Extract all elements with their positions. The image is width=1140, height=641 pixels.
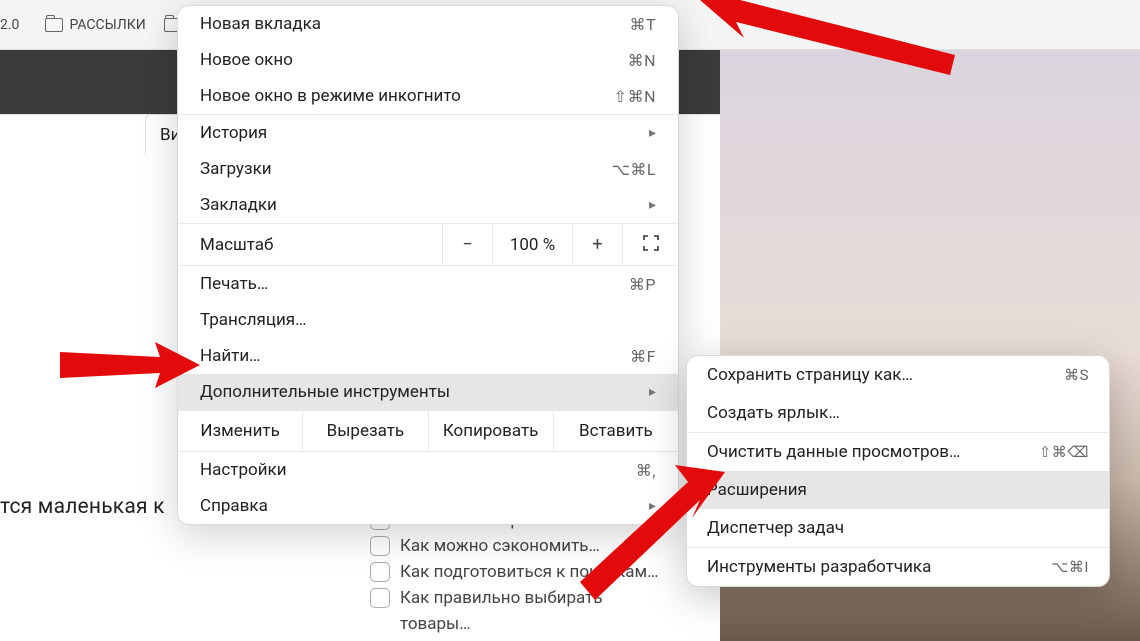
menu-item-label: Новая вкладка [200, 14, 321, 34]
menu-item-label: Справка [200, 496, 268, 516]
menu-item-label: Найти… [200, 346, 261, 366]
chevron-right-icon: ▸ [649, 125, 656, 141]
page-text-fragment: тся маленькая к [0, 495, 165, 519]
zoom-in-button[interactable]: + [572, 224, 622, 265]
menu-item-label: Трансляция… [200, 310, 306, 330]
menu-item-shortcut: ⌥⌘I [1051, 558, 1089, 576]
menu-item-label: Инструменты разработчика [707, 557, 931, 577]
menu-item-shortcut: ⇧⌘N [614, 87, 656, 106]
menu-item-label: Новое окно [200, 50, 293, 70]
submenu-item-create-shortcut[interactable]: Создать ярлык… [687, 394, 1109, 432]
menu-item-bookmarks[interactable]: Закладки ▸ [178, 187, 678, 223]
menu-item-shortcut: ⌘S [1064, 366, 1089, 384]
submenu-item-dev-tools[interactable]: Инструменты разработчика ⌥⌘I [687, 548, 1109, 586]
chevron-right-icon: ▸ [649, 498, 656, 514]
menu-item-shortcut: ⌘T [629, 15, 656, 34]
menu-item-label: Масштаб [178, 225, 442, 265]
menu-item-edit-label: Изменить [178, 411, 302, 451]
menu-item-label: История [200, 123, 267, 143]
menu-item-label: Закладки [200, 195, 277, 215]
menu-item-shortcut: ⌘, [636, 461, 656, 480]
menu-item-shortcut: ⇧⌘⌫ [1039, 443, 1089, 461]
checkbox-icon[interactable] [370, 562, 390, 582]
menu-item-label: Загрузки [200, 159, 272, 179]
list-item-label: Как подготовиться к покупкам… [400, 562, 659, 582]
menu-item-label: Печать… [200, 274, 268, 294]
menu-edit-row: Изменить Вырезать Копировать Вставить [178, 410, 678, 452]
folder-icon [45, 18, 63, 32]
menu-item-new-window[interactable]: Новое окно ⌘N [178, 42, 678, 78]
menu-item-help[interactable]: Справка ▸ [178, 488, 678, 524]
menu-item-shortcut: ⌥⌘L [611, 160, 656, 179]
zoom-percentage: 100 % [492, 225, 572, 265]
menu-item-label: Новое окно в режиме инкогнито [200, 86, 461, 106]
submenu-item-extensions[interactable]: Расширения [687, 471, 1109, 509]
menu-item-new-tab[interactable]: Новая вкладка ⌘T [178, 6, 678, 42]
list-item-label: Как правильно выбирать [400, 588, 603, 608]
menu-item-label: Сохранить страницу как… [707, 365, 913, 385]
menu-item-new-incognito[interactable]: Новое окно в режиме инкогнито ⇧⌘N [178, 78, 678, 114]
list-item-label: Как можно сэкономить… [400, 536, 600, 556]
menu-item-label: Создать ярлык… [707, 403, 840, 423]
menu-item-shortcut: ⌘N [628, 51, 656, 70]
fullscreen-button[interactable] [622, 225, 678, 265]
submenu-item-save-page[interactable]: Сохранить страницу как… ⌘S [687, 356, 1109, 394]
list-item[interactable]: Как подготовиться к покупкам… [370, 562, 659, 582]
chevron-right-icon: ▸ [649, 384, 656, 400]
menu-item-zoom: Масштаб − 100 % + [178, 223, 678, 266]
menu-item-copy[interactable]: Копировать [428, 411, 553, 451]
menu-item-paste[interactable]: Вставить [553, 411, 678, 451]
menu-item-cut[interactable]: Вырезать [302, 411, 427, 451]
list-item[interactable]: Как можно сэкономить… [370, 536, 659, 556]
checkbox-icon[interactable] [370, 588, 390, 608]
more-tools-submenu[interactable]: Сохранить страницу как… ⌘S Создать ярлык… [686, 355, 1110, 587]
menu-item-shortcut: ⌘F [630, 347, 656, 366]
bookmark-bar: 2.0 РАССЫЛКИ [0, 17, 182, 33]
menu-item-print[interactable]: Печать… ⌘P [178, 266, 678, 302]
list-item[interactable]: Как правильно выбирать [370, 588, 659, 608]
checkbox-icon[interactable] [370, 536, 390, 556]
menu-item-cast[interactable]: Трансляция… [178, 302, 678, 338]
menu-item-shortcut: ⌘P [629, 275, 656, 294]
menu-item-history[interactable]: История ▸ [178, 115, 678, 151]
menu-item-downloads[interactable]: Загрузки ⌥⌘L [178, 151, 678, 187]
submenu-item-task-manager[interactable]: Диспетчер задач [687, 509, 1109, 547]
list-item[interactable]: товары… [400, 614, 659, 634]
menu-item-label: Очистить данные просмотров… [707, 442, 960, 462]
checklist: Как можно зарабатывать… Как можно сэконо… [370, 510, 659, 640]
chrome-main-menu[interactable]: Новая вкладка ⌘T Новое окно ⌘N Новое окн… [177, 5, 679, 525]
menu-item-label: Настройки [200, 460, 287, 480]
list-item-label: товары… [400, 614, 471, 634]
menu-item-label: Диспетчер задач [707, 518, 844, 538]
zoom-out-button[interactable]: − [442, 224, 492, 265]
menu-item-find[interactable]: Найти… ⌘F [178, 338, 678, 374]
menu-item-label: Расширения [707, 480, 807, 500]
bookmark-fragment: 2.0 [0, 17, 19, 33]
menu-item-settings[interactable]: Настройки ⌘, [178, 452, 678, 488]
chevron-right-icon: ▸ [649, 197, 656, 213]
fullscreen-icon [643, 235, 659, 251]
submenu-item-clear-data[interactable]: Очистить данные просмотров… ⇧⌘⌫ [687, 433, 1109, 471]
menu-item-more-tools[interactable]: Дополнительные инструменты ▸ [178, 374, 678, 410]
menu-item-label: Дополнительные инструменты [200, 382, 450, 402]
bookmark-folder-label[interactable]: РАССЫЛКИ [69, 17, 145, 33]
